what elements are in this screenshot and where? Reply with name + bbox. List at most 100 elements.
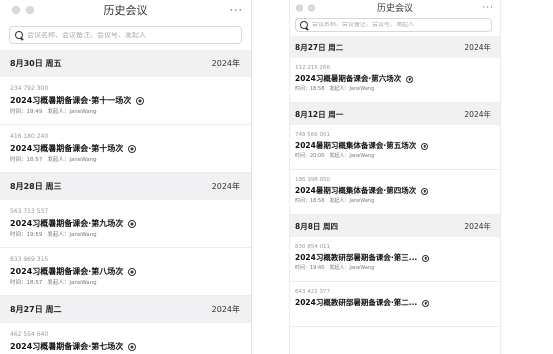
date-group-header: 8月27日 周二 2024年: [290, 36, 500, 58]
meeting-host: 发起人：JaneWang: [329, 86, 375, 92]
meeting-list[interactable]: 8月30日 周五 2024年 234 792 300 2024习概暑期备课会·第…: [0, 50, 251, 354]
meeting-title: 2024习概暑期备课会·第八场次: [10, 267, 124, 276]
meeting-title: 2024习概暑期备课会·第十一场次: [10, 96, 132, 105]
meeting-time: 时间：20:00: [295, 153, 325, 159]
group-year: 2024年: [211, 182, 240, 191]
search-icon: [15, 30, 24, 40]
record-icon[interactable]: [422, 299, 430, 307]
meeting-title: 2024习概暑期备课会·第七场次: [10, 342, 124, 351]
record-icon[interactable]: [406, 75, 414, 83]
meeting-item[interactable]: 748 566 001 2024暑期习概集体备课会·第五场次 时间：20:00 发…: [290, 125, 500, 170]
window-controls: [12, 6, 34, 14]
meeting-title-row: 2024习概暑期备课会·第六场次: [295, 73, 495, 85]
record-icon[interactable]: [128, 267, 137, 276]
date-group-header: 8月8日 周四 2024年: [290, 215, 500, 237]
meeting-item[interactable]: 643 422 377 2024习概教研部暑期备课会·第二...: [290, 282, 500, 327]
meeting-item[interactable]: 563 713 537 2024习概暑期备课会·第九场次 时间：19:59 发起人…: [0, 200, 251, 248]
meeting-title-row: 2024习概暑期备课会·第七场次: [10, 340, 241, 353]
more-options-icon[interactable]: ···: [230, 4, 244, 17]
meeting-item[interactable]: 830 854 011 2024习概教研部暑期备课会·第三... 时间：19:4…: [290, 237, 500, 282]
more-options-icon[interactable]: ···: [482, 3, 494, 13]
meeting-id: 186 398 050: [295, 177, 330, 183]
group-year: 2024年: [464, 221, 491, 231]
record-icon[interactable]: [128, 342, 137, 351]
search-icon: [300, 20, 309, 30]
close-window-button[interactable]: [12, 6, 20, 14]
meeting-item[interactable]: 112 215 266 2024习概暑期备课会·第六场次 时间：18:58 发起人…: [290, 58, 500, 103]
search-box[interactable]: [295, 18, 492, 32]
meeting-time: 时间：18:58: [295, 86, 325, 92]
close-window-button[interactable]: [296, 4, 303, 11]
window-title: 历史会议: [376, 4, 413, 14]
group-date: 8月12日 周一: [295, 109, 344, 119]
meeting-meta: 时间：18:57 发起人：JaneWang: [10, 155, 241, 165]
meeting-title-row: 2024暑期习概集体备课会·第四场次: [295, 185, 495, 197]
meeting-id: 112 215 266: [295, 65, 330, 71]
meeting-id: 234 792 300: [10, 85, 49, 92]
meeting-meta: 时间：20:00 发起人：JaneWang: [295, 152, 495, 161]
meeting-time: 时间：18:57: [10, 280, 43, 286]
meeting-time: 时间：19:40: [295, 265, 325, 271]
meeting-id: 643 422 377: [295, 289, 330, 295]
meeting-meta: 时间：19:40 发起人：JaneWang: [295, 264, 495, 273]
meeting-id: 833 969 315: [10, 256, 49, 263]
meeting-time: 时间：18:58: [295, 198, 325, 204]
meeting-title-row: 2024习概暑期备课会·第十场次: [10, 142, 241, 155]
group-year: 2024年: [211, 305, 240, 314]
meeting-item[interactable]: 186 398 050 2024暑期习概集体备课会·第四场次 时间：18:58 发…: [290, 170, 500, 215]
meeting-meta: 时间：19:49 发起人：JaneWang: [10, 107, 241, 117]
meeting-host: 发起人：JaneWang: [47, 157, 97, 163]
record-icon[interactable]: [128, 219, 137, 228]
meeting-id: 748 566 001: [295, 132, 330, 138]
record-icon[interactable]: [128, 144, 137, 153]
meeting-id: 563 713 537: [10, 208, 49, 215]
group-year: 2024年: [464, 42, 491, 52]
group-date: 8月30日 周五: [10, 59, 62, 68]
meeting-time: 时间：19:49: [10, 109, 43, 115]
meeting-title-row: 2024习概暑期备课会·第十一场次: [10, 94, 241, 107]
record-icon[interactable]: [422, 254, 430, 262]
minimize-window-button[interactable]: [26, 6, 34, 14]
meeting-id: 462 554 640: [10, 331, 49, 338]
date-group-header: 8月28日 周三 2024年: [0, 173, 251, 200]
history-meetings-window-left: 历史会议 ··· 8月30日 周五 2024年 234 792 300 2024…: [0, 0, 252, 354]
meeting-title: 2024暑期习概集体备课会·第五场次: [295, 141, 417, 150]
meeting-title-row: 2024暑期习概集体备课会·第五场次: [295, 140, 495, 152]
window-controls: [296, 4, 315, 11]
meeting-host: 发起人：JaneWang: [329, 198, 375, 204]
record-icon[interactable]: [421, 187, 429, 195]
date-group-header: 8月27日 周二 2024年: [0, 296, 251, 323]
meeting-item[interactable]: 416 180 240 2024习概暑期备课会·第十场次 时间：18:57 发起人…: [0, 125, 251, 173]
record-icon[interactable]: [136, 96, 145, 105]
record-icon[interactable]: [421, 142, 429, 150]
meeting-title: 2024习概教研部暑期备课会·第二...: [295, 298, 418, 307]
group-year: 2024年: [464, 109, 491, 119]
search-box[interactable]: [9, 26, 242, 44]
meeting-title: 2024习概教研部暑期备课会·第三...: [295, 253, 418, 262]
meeting-item[interactable]: 833 969 315 2024习概暑期备课会·第八场次 时间：18:57 发起人…: [0, 248, 251, 296]
meeting-host: 发起人：JaneWang: [47, 109, 97, 115]
meeting-time: 时间：18:57: [10, 157, 43, 163]
titlebar: 历史会议 ···: [0, 0, 251, 20]
meeting-meta: 时间：19:59 发起人：JaneWang: [10, 230, 241, 240]
meeting-meta: 时间：18:57 发起人：JaneWang: [10, 278, 241, 288]
date-group-header: 8月12日 周一 2024年: [290, 103, 500, 125]
meeting-title-row: 2024习概暑期备课会·第九场次: [10, 217, 241, 230]
meeting-id: 416 180 240: [10, 133, 49, 140]
meeting-item[interactable]: 462 554 640 2024习概暑期备课会·第七场次: [0, 323, 251, 354]
group-date: 8月27日 周二: [295, 42, 344, 52]
group-year: 2024年: [211, 59, 240, 68]
titlebar: 历史会议 ···: [290, 0, 500, 15]
meeting-meta: 时间：18:58 发起人：JaneWang: [295, 197, 495, 206]
window-title: 历史会议: [103, 4, 148, 17]
meeting-list[interactable]: 8月27日 周二 2024年 112 215 266 2024习概暑期备课会·第…: [290, 36, 500, 327]
meeting-title-row: 2024习概教研部暑期备课会·第二...: [295, 297, 495, 309]
meeting-title: 2024习概暑期备课会·第十场次: [10, 144, 124, 153]
search-input[interactable]: [312, 22, 487, 28]
group-date: 8月27日 周二: [10, 305, 62, 314]
meeting-title: 2024习概暑期备课会·第九场次: [10, 219, 124, 228]
minimize-window-button[interactable]: [308, 4, 315, 11]
search-input[interactable]: [27, 31, 236, 39]
meeting-item[interactable]: 234 792 300 2024习概暑期备课会·第十一场次 时间：19:49 发起…: [0, 77, 251, 125]
meeting-id: 830 854 011: [295, 244, 330, 250]
